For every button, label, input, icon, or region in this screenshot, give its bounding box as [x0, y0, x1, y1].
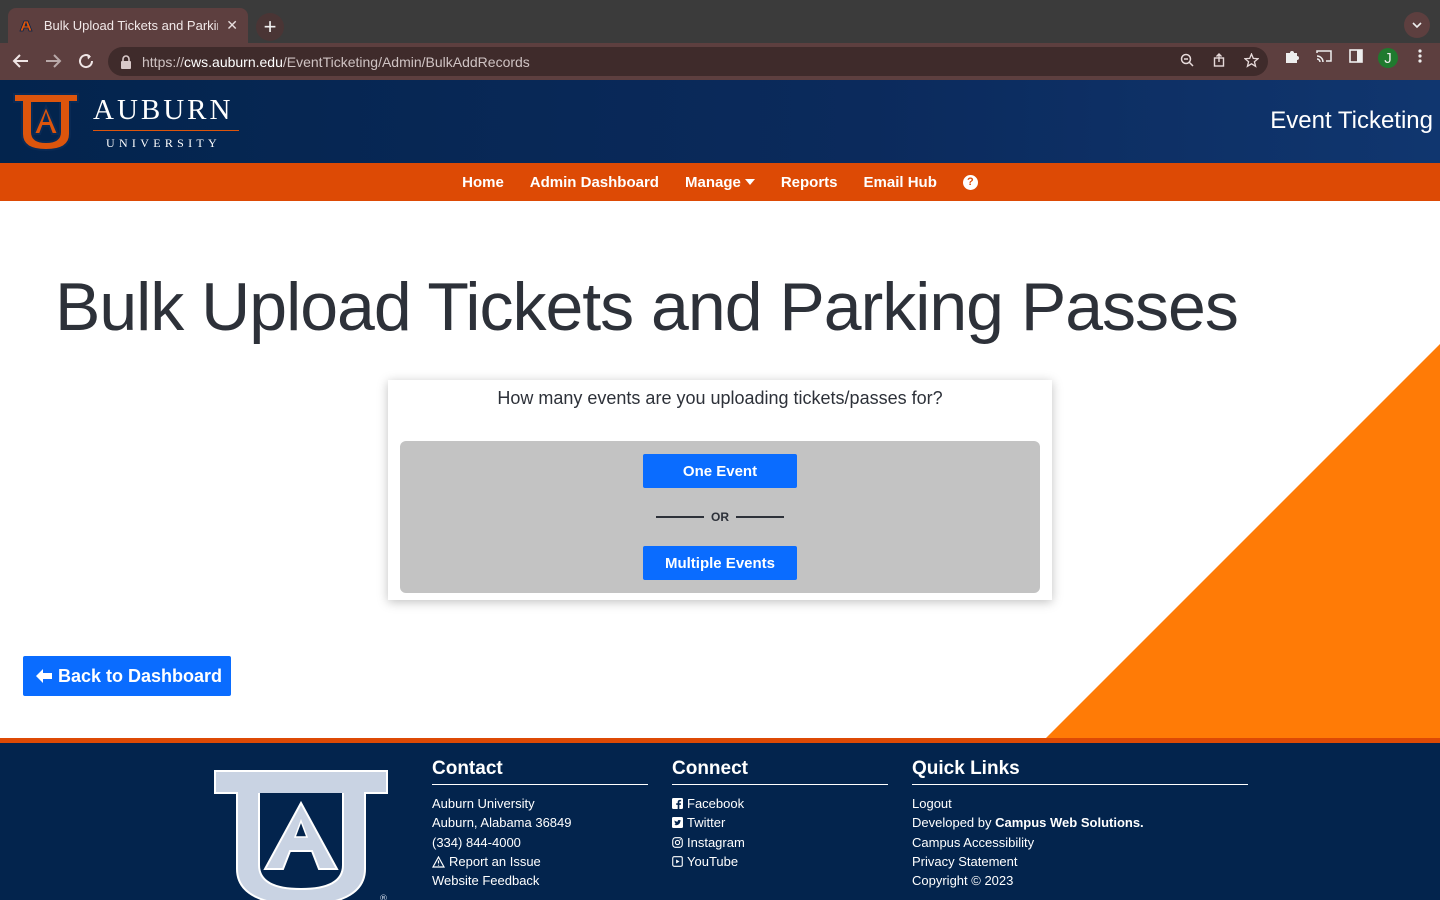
site-header: AUBURN UNIVERSITY Event Ticketing [0, 80, 1440, 163]
side-panel-icon[interactable] [1346, 48, 1366, 68]
back-to-dashboard-button[interactable]: Back to Dashboard [23, 656, 231, 696]
nav-email-hub[interactable]: Email Hub [864, 174, 937, 191]
help-question-icon[interactable]: ? [962, 174, 978, 190]
logo-wordmark: AUBURN [93, 94, 234, 126]
facebook-icon [672, 798, 683, 810]
privacy-statement-link[interactable]: Privacy Statement [912, 852, 1248, 871]
nav-home[interactable]: Home [462, 174, 504, 191]
nav-manage[interactable]: Manage [685, 174, 755, 191]
twitter-link[interactable]: Twitter [672, 813, 888, 832]
campus-web-solutions-link[interactable]: Campus Web Solutions. [995, 813, 1144, 832]
or-line-right [736, 516, 784, 518]
twitter-label: Twitter [687, 815, 726, 831]
footer-contact-heading: Contact [432, 758, 648, 785]
footer-au-logo-icon: ® [213, 765, 389, 900]
site-footer: ® Contact Auburn University Auburn, Alab… [0, 743, 1440, 900]
upload-question: How many events are you uploading ticket… [497, 388, 943, 408]
youtube-link[interactable]: YouTube [672, 852, 888, 871]
kebab-menu-icon[interactable] [1410, 48, 1430, 68]
nav-admin-dashboard[interactable]: Admin Dashboard [530, 174, 659, 191]
share-icon[interactable] [1210, 53, 1228, 70]
page-title: Bulk Upload Tickets and Parking Passes [55, 269, 1239, 345]
footer-connect: Connect Facebook Twitter Instagram YouTu… [672, 758, 888, 871]
forward-arrow-icon[interactable] [40, 48, 66, 74]
one-event-button[interactable]: One Event [643, 454, 797, 488]
bookmark-star-icon[interactable] [1242, 51, 1260, 71]
or-divider: OR [656, 507, 784, 527]
caret-down-icon [744, 179, 755, 185]
nav-manage-label: Manage [684, 173, 741, 191]
back-arrow-icon[interactable] [8, 48, 34, 74]
tab-search-chevron-icon[interactable] [1404, 12, 1430, 38]
youtube-label: YouTube [687, 853, 739, 869]
instagram-link[interactable]: Instagram [672, 833, 888, 852]
contact-name: Auburn University [432, 796, 535, 811]
arrow-left-icon [35, 667, 53, 685]
report-issue-label: Report an Issue [449, 853, 541, 869]
decorative-orange-triangle [1045, 344, 1440, 739]
copyright: Copyright © 2023 [912, 873, 1014, 889]
footer-connect-heading: Connect [672, 758, 888, 785]
back-to-dashboard-label: Back to Dashboard [58, 665, 223, 686]
address-bar[interactable]: https://cws.auburn.edu/EventTicketing/Ad… [108, 47, 1268, 76]
url-text: https://cws.auburn.edu/EventTicketing/Ad… [142, 53, 530, 70]
tab-title: Bulk Upload Tickets and Parking Passes [43, 18, 218, 33]
facebook-link[interactable]: Facebook [672, 794, 888, 813]
reload-icon[interactable] [73, 48, 99, 74]
svg-text:®: ® [379, 894, 388, 900]
site-name[interactable]: Event Ticketing [1270, 107, 1433, 135]
nav-reports[interactable]: Reports [781, 174, 838, 191]
instagram-label: Instagram [687, 834, 745, 850]
auburn-favicon-icon [18, 18, 34, 34]
warning-icon [432, 855, 445, 868]
multiple-events-button[interactable]: Multiple Events [643, 546, 797, 580]
main-nav: Home Admin Dashboard Manage Reports Emai… [0, 163, 1440, 201]
campus-accessibility-link[interactable]: Campus Accessibility [912, 833, 1248, 852]
youtube-icon [672, 856, 683, 867]
lock-icon [120, 54, 132, 69]
logout-link[interactable]: Logout [912, 794, 1248, 813]
instagram-icon [672, 836, 683, 848]
logo-subtitle: UNIVERSITY [106, 136, 221, 150]
or-line-left [656, 516, 704, 518]
auburn-au-logo-icon[interactable] [10, 90, 82, 152]
browser-tab-bar: Bulk Upload Tickets and Parking Passes ✕… [0, 0, 1440, 43]
extensions-puzzle-icon[interactable] [1282, 48, 1302, 68]
twitter-icon [672, 817, 683, 829]
footer-quick-links-heading: Quick Links [912, 758, 1248, 785]
zoom-icon[interactable] [1178, 53, 1196, 70]
cast-icon[interactable] [1314, 48, 1334, 68]
footer-quick-links: Quick Links Logout Developed by Campus W… [912, 758, 1248, 890]
report-issue-link[interactable]: Report an Issue [432, 852, 648, 871]
choice-panel: One Event OR Multiple Events [400, 441, 1040, 593]
upload-choice-card: How many events are you uploading ticket… [388, 380, 1052, 600]
new-tab-button[interactable]: + [256, 13, 284, 41]
website-feedback-link[interactable]: Website Feedback [432, 871, 648, 890]
contact-address: Auburn, Alabama 36849 [432, 815, 572, 831]
logo-divider [93, 130, 239, 131]
browser-toolbar: https://cws.auburn.edu/EventTicketing/Ad… [0, 43, 1440, 80]
or-label: OR [711, 510, 729, 524]
browser-tab[interactable]: Bulk Upload Tickets and Parking Passes ✕ [8, 8, 248, 43]
developed-by-prefix: Developed by [912, 815, 996, 831]
tab-close-icon[interactable]: ✕ [226, 17, 238, 34]
facebook-label: Facebook [687, 796, 745, 811]
profile-avatar[interactable]: J [1378, 48, 1398, 68]
footer-contact: Contact Auburn University Auburn, Alabam… [432, 758, 648, 890]
contact-phone[interactable]: (334) 844-4000 [432, 833, 648, 852]
developed-by: Developed by Campus Web Solutions. [912, 813, 1248, 832]
